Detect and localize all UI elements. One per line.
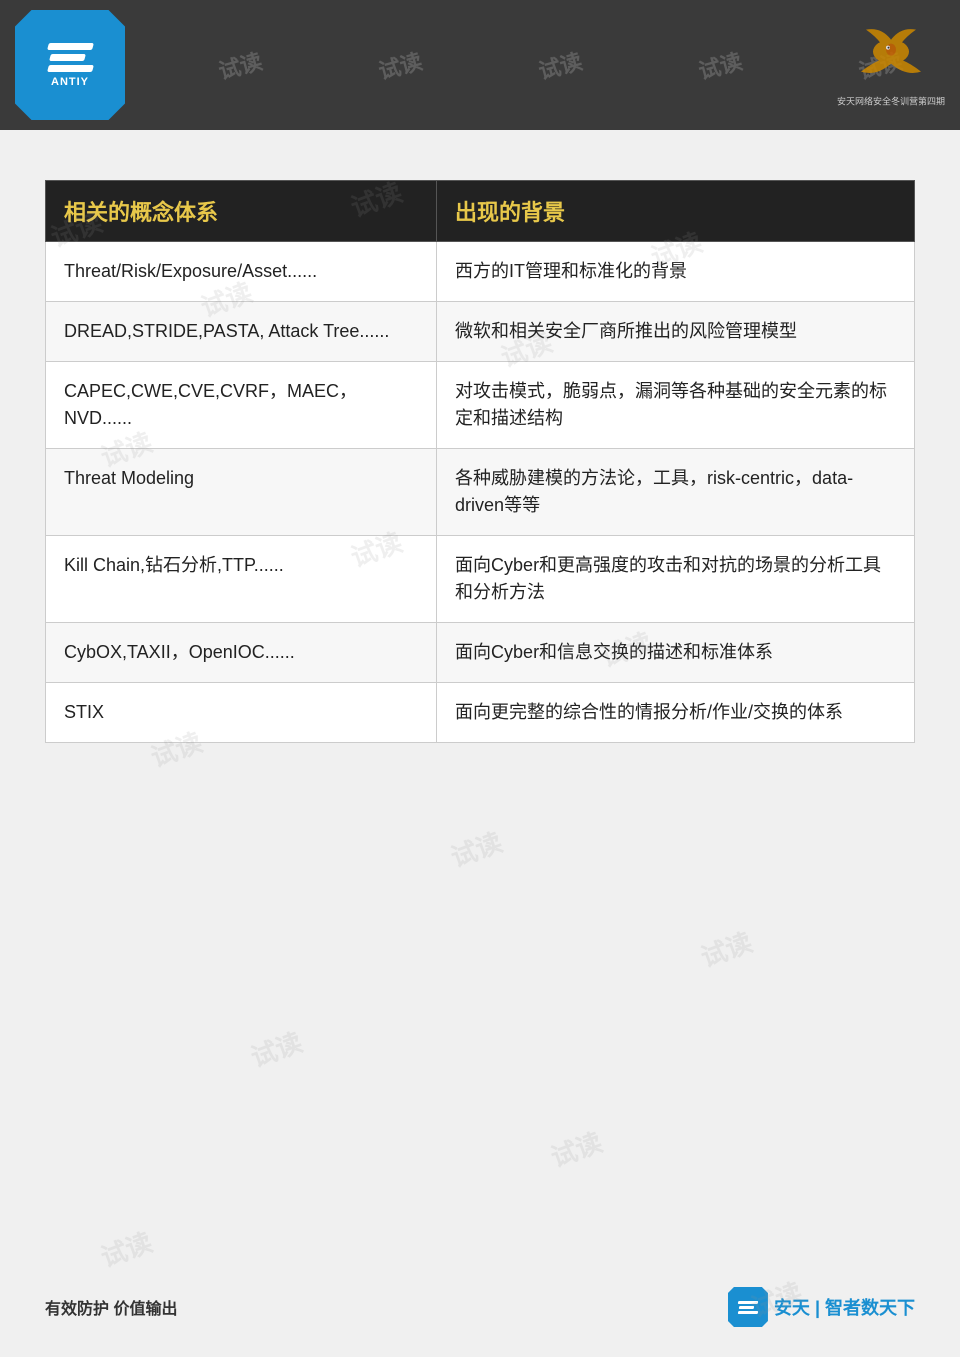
footer-icon-line-1 [738,1301,759,1304]
table-row: CAPEC,CWE,CVE,CVRF，MAEC，NVD......对攻击模式，脆… [46,362,915,449]
table-row: CybOX,TAXII，OpenIOC......面向Cyber和信息交换的描述… [46,623,915,683]
table-row: Threat Modeling各种威胁建模的方法论，工具，risk-centri… [46,449,915,536]
table-cell-right: 对攻击模式，脆弱点，漏洞等各种基础的安全元素的标定和描述结构 [437,362,915,449]
table-cell-right: 面向Cyber和更高强度的攻击和对抗的场景的分析工具和分析方法 [437,536,915,623]
table-row: Threat/Risk/Exposure/Asset......西方的IT管理和… [46,242,915,302]
table-cell-left: Threat Modeling [46,449,437,536]
header: 试读 试读 试读 试读 试读 试读 ANTIY [0,0,960,130]
table-header-left: 相关的概念体系 [46,181,437,242]
header-wm-4: 试读 [535,44,586,86]
header-wm-5: 试读 [695,44,746,86]
table-cell-left: CAPEC,CWE,CVE,CVRF，MAEC，NVD...... [46,362,437,449]
table-cell-right: 西方的IT管理和标准化的背景 [437,242,915,302]
table-cell-left: STIX [46,683,437,743]
footer-icon-lines [738,1301,758,1314]
header-right-brand: 安天网络安全冬训营第四期 [837,22,945,109]
footer-brand-name: 安天 [774,1298,810,1318]
footer-icon-line-3 [738,1311,759,1314]
logo-line-2 [49,54,86,61]
table-row: DREAD,STRIDE,PASTA, Attack Tree......微软和… [46,302,915,362]
phoenix-icon [846,22,936,97]
footer-logo: 安天 | 智者数天下 [728,1287,915,1327]
page-wm-9: 试读 [445,822,507,875]
table-cell-right: 面向更完整的综合性的情报分析/作业/交换的体系 [437,683,915,743]
main-content: 相关的概念体系 出现的背景 Threat/Risk/Exposure/Asset… [0,130,960,773]
table-header-right: 出现的背景 [437,181,915,242]
table-cell-right: 各种威胁建模的方法论，工具，risk-centric，data-driven等等 [437,449,915,536]
header-watermarks: 试读 试读 试读 试读 试读 试读 [0,0,960,130]
page-wm-13: 试读 [95,1222,157,1275]
table-cell-right: 面向Cyber和信息交换的描述和标准体系 [437,623,915,683]
header-wm-2: 试读 [215,44,266,86]
logo-line-1 [47,43,94,50]
header-wm-3: 试读 [375,44,426,86]
page-wm-12: 试读 [545,1122,607,1175]
footer-brand-text: 安天 | 智者数天下 [774,1294,915,1320]
footer-slogan: 有效防护 价值输出 [45,1295,177,1319]
brand-label: 安天网络安全冬训营第四期 [837,97,945,109]
concept-table: 相关的概念体系 出现的背景 Threat/Risk/Exposure/Asset… [45,180,915,743]
logo-icon [48,43,93,72]
table-cell-left: DREAD,STRIDE,PASTA, Attack Tree...... [46,302,437,362]
table-cell-left: Threat/Risk/Exposure/Asset...... [46,242,437,302]
logo-line-3 [47,65,94,72]
table-cell-left: Kill Chain,钻石分析,TTP...... [46,536,437,623]
table-row: STIX面向更完整的综合性的情报分析/作业/交换的体系 [46,683,915,743]
antiy-logo: ANTIY [15,10,125,120]
table-row: Kill Chain,钻石分析,TTP......面向Cyber和更高强度的攻击… [46,536,915,623]
logo-text: ANTIY [51,76,89,88]
footer: 有效防护 价值输出 安天 | 智者数天下 [45,1287,915,1327]
footer-brand-sub: 智者数天下 [825,1298,915,1318]
page-wm-11: 试读 [245,1022,307,1075]
table-cell-right: 微软和相关安全厂商所推出的风险管理模型 [437,302,915,362]
table-cell-left: CybOX,TAXII，OpenIOC...... [46,623,437,683]
footer-brand-separator: | [815,1298,825,1318]
page-wm-10: 试读 [695,922,757,975]
footer-icon-line-2 [739,1306,755,1309]
footer-logo-icon [728,1287,768,1327]
